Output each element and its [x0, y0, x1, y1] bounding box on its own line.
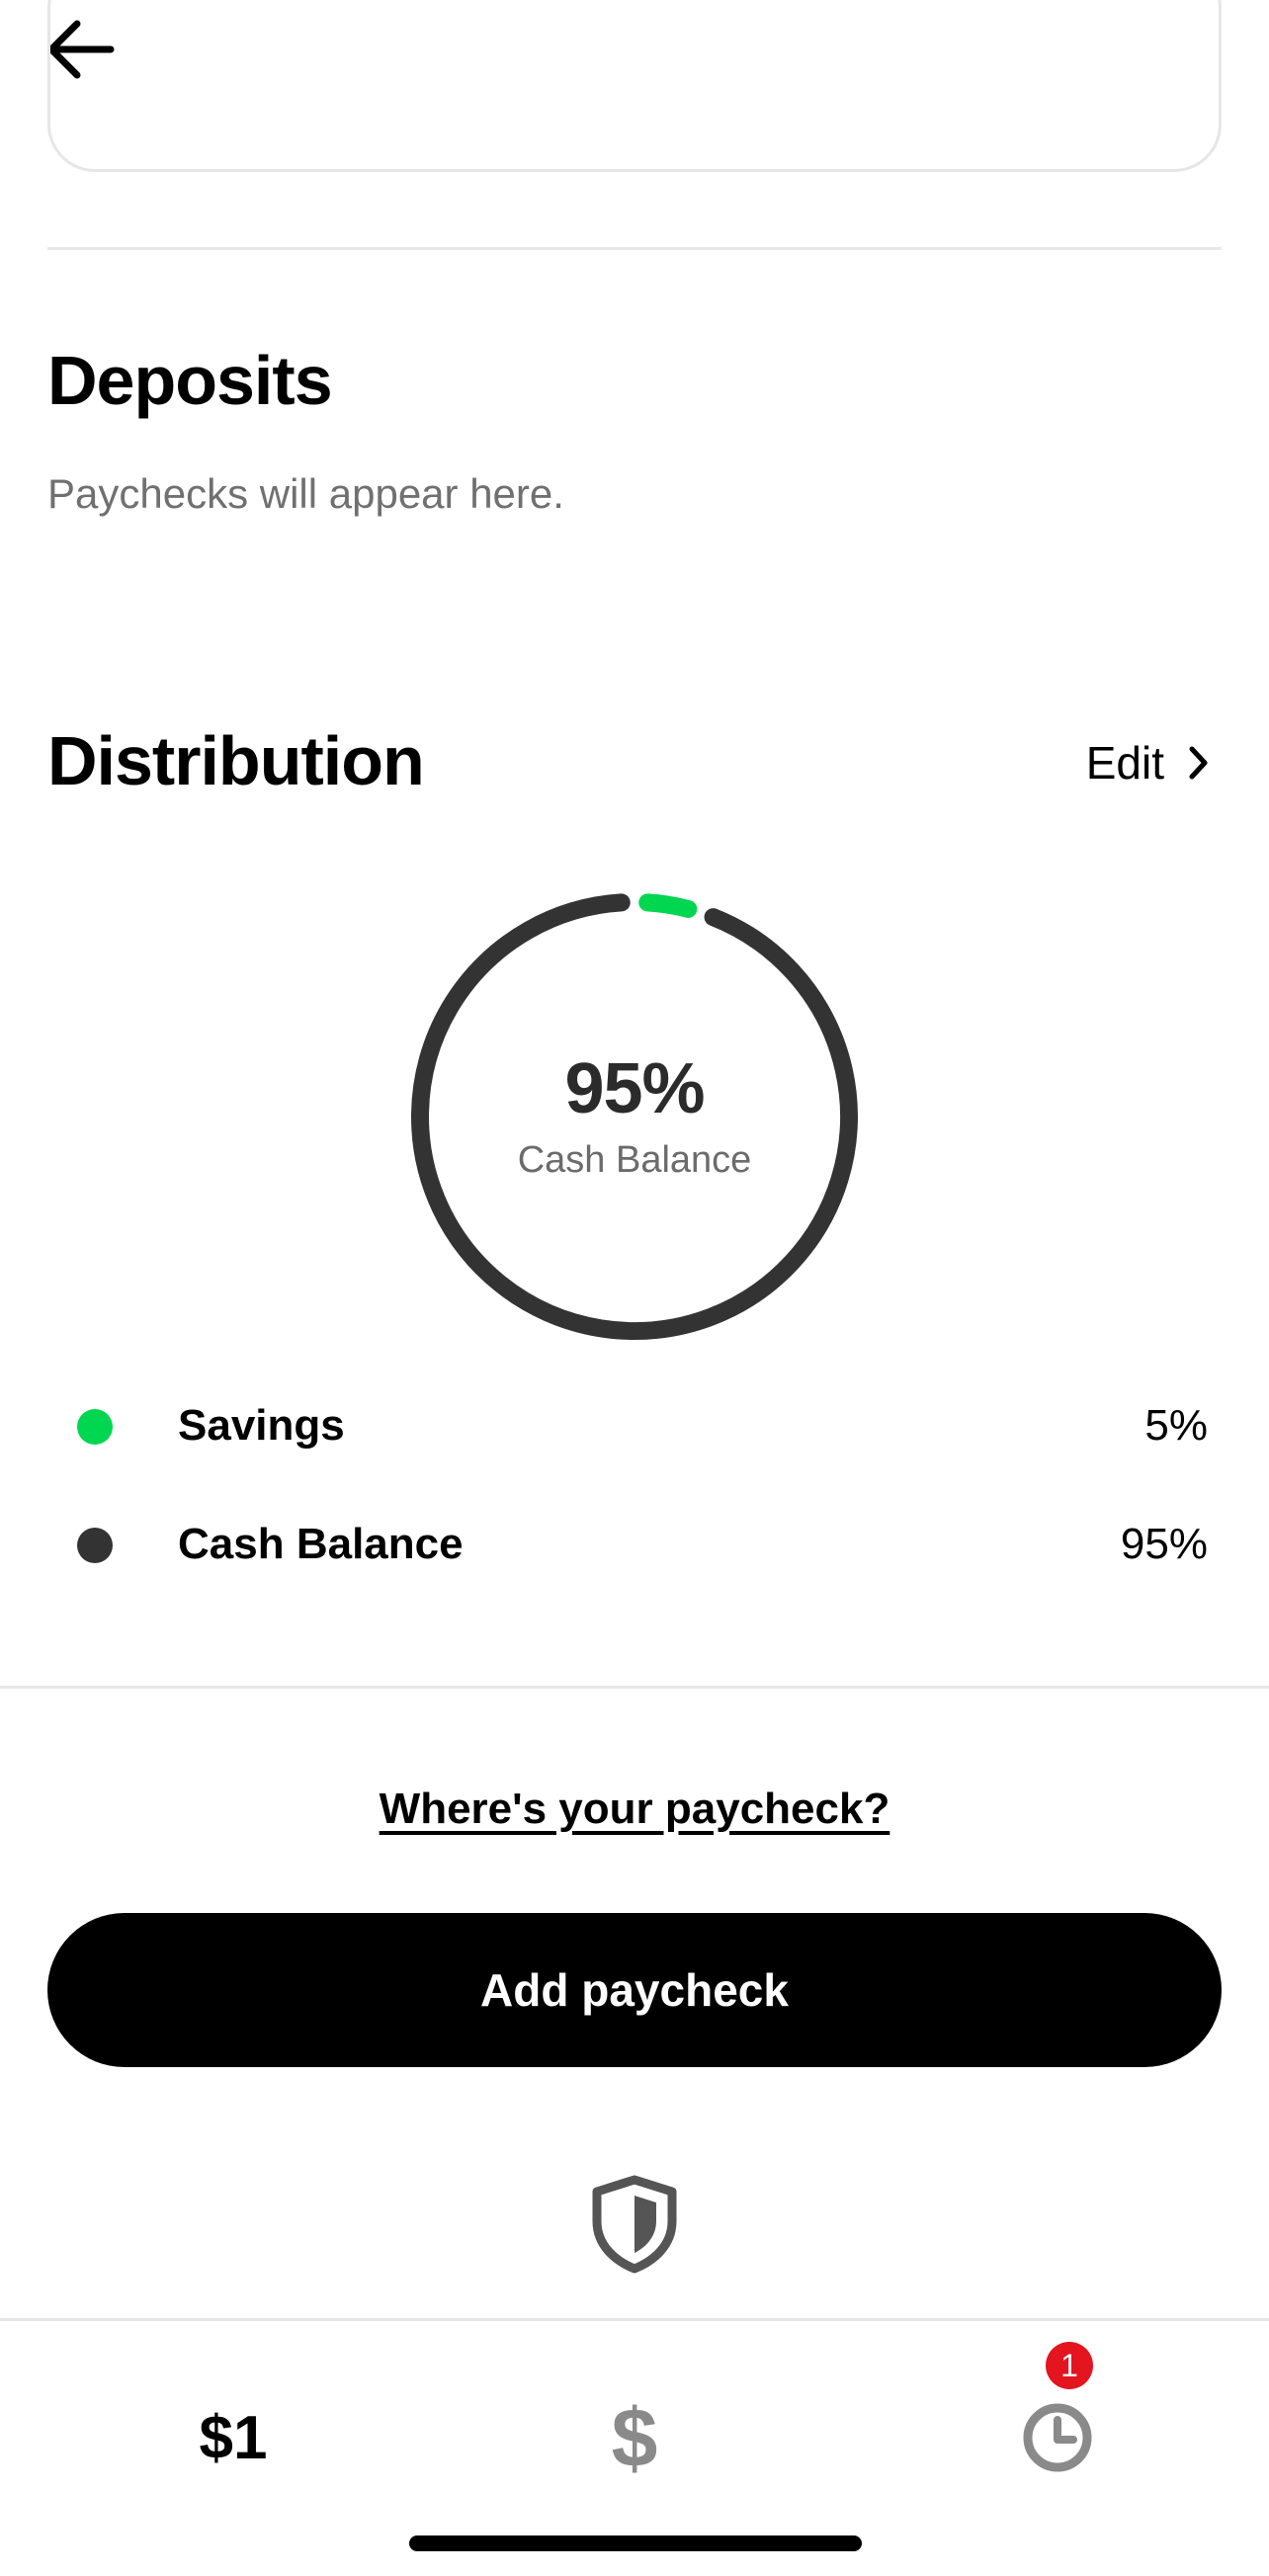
section-divider: [0, 1686, 1269, 1689]
edit-label: Edit: [1085, 737, 1164, 789]
shield-icon: [592, 2175, 677, 2274]
home-indicator[interactable]: [409, 2535, 862, 2551]
legend-value-cash-balance: 95%: [1120, 1520, 1208, 1568]
activity-badge: 1: [1046, 2342, 1093, 2389]
tab-money[interactable]: $: [536, 2368, 733, 2507]
donut-center: 95% Cash Balance: [405, 887, 864, 1346]
tab-balance[interactable]: $1: [134, 2368, 332, 2507]
legend-dot-cash-balance: [77, 1528, 113, 1563]
donut-center-label: Cash Balance: [517, 1138, 752, 1181]
donut-center-value: 95%: [564, 1048, 705, 1128]
legend-name-cash-balance: Cash Balance: [178, 1520, 464, 1568]
legend-name-savings: Savings: [178, 1401, 345, 1450]
legend-value-savings: 5%: [1144, 1401, 1208, 1450]
deposits-title: Deposits: [47, 342, 333, 419]
add-paycheck-button[interactable]: Add paycheck: [47, 1913, 1222, 2067]
section-divider: [47, 247, 1222, 250]
chevron-right-icon: [1189, 746, 1208, 780]
deposits-empty-text: Paychecks will appear here.: [47, 470, 564, 517]
distribution-title: Distribution: [47, 722, 425, 799]
legend-row-savings: Savings 5%: [0, 1387, 1269, 1466]
distribution-edit-button[interactable]: Edit: [1086, 733, 1210, 792]
legend-row-cash-balance: Cash Balance 95%: [0, 1506, 1269, 1585]
tab-activity[interactable]: [978, 2368, 1137, 2507]
clock-icon: [1023, 2403, 1092, 2472]
summary-card: [47, 0, 1222, 172]
wheres-your-paycheck-link[interactable]: Where's your paycheck?: [0, 1785, 1269, 1834]
legend-dot-savings: [77, 1409, 113, 1445]
security-button[interactable]: [587, 2172, 682, 2275]
